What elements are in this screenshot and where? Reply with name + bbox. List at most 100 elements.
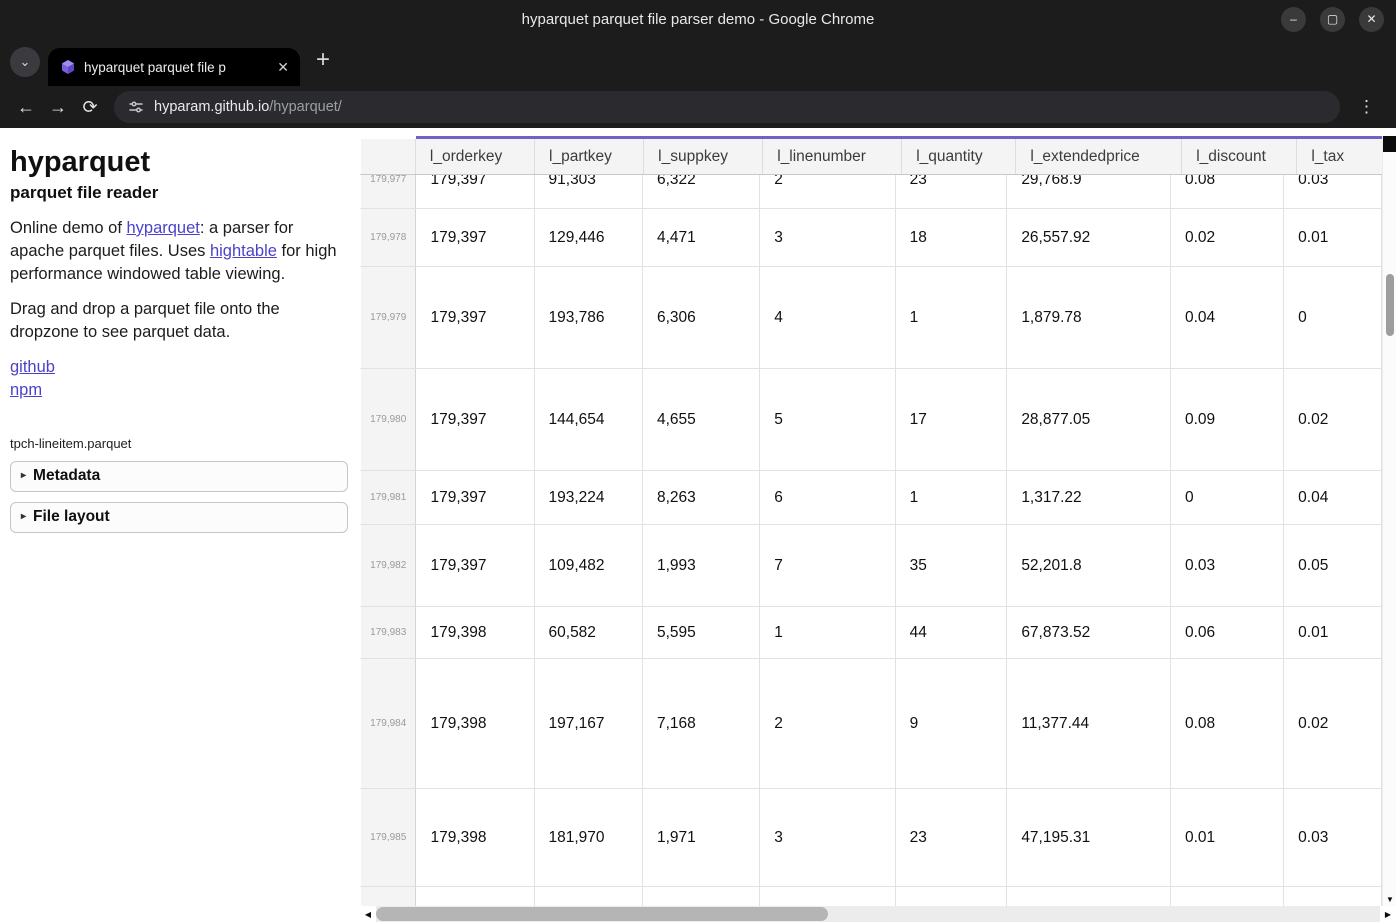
table-cell[interactable]: 181,970 xyxy=(534,789,642,887)
column-header-l_extendedprice[interactable]: l_extendedprice xyxy=(1016,138,1182,175)
vertical-scrollbar-thumb[interactable] xyxy=(1386,274,1394,336)
table-cell[interactable]: 179,398 xyxy=(416,659,534,789)
table-cell[interactable]: 4 xyxy=(760,267,895,369)
vertical-scrollbar[interactable]: ▼ xyxy=(1382,136,1396,906)
table-cell[interactable]: 0 xyxy=(1170,471,1283,525)
table-cell[interactable]: 1,317.22 xyxy=(1007,471,1171,525)
table-cell[interactable]: 0.02 xyxy=(1170,209,1283,267)
table-cell[interactable]: 6 xyxy=(760,471,895,525)
table-cell[interactable]: 26,557.92 xyxy=(1007,209,1171,267)
hightable-link[interactable]: hightable xyxy=(210,242,277,260)
scroll-right-icon[interactable]: ▶ xyxy=(1380,906,1396,922)
hyparquet-link[interactable]: hyparquet xyxy=(126,219,199,237)
table-cell[interactable]: 6,322 xyxy=(642,174,759,209)
table-cell[interactable] xyxy=(760,887,895,907)
table-cell[interactable]: 0.04 xyxy=(1170,267,1283,369)
column-header-l_linenumber[interactable]: l_linenumber xyxy=(763,138,902,175)
table-cell[interactable]: 0.02 xyxy=(1284,659,1382,789)
table-cell[interactable]: 0.01 xyxy=(1284,209,1382,267)
table-cell[interactable]: 28,877.05 xyxy=(1007,369,1171,471)
table-cell[interactable]: 193,786 xyxy=(534,267,642,369)
scroll-down-icon[interactable]: ▼ xyxy=(1383,892,1396,906)
table-cell[interactable]: 179,397 xyxy=(416,209,534,267)
table-cell[interactable]: 193,224 xyxy=(534,471,642,525)
table-cell[interactable]: 0.03 xyxy=(1284,789,1382,887)
table-cell[interactable]: 44 xyxy=(895,607,1007,659)
npm-link[interactable]: npm xyxy=(10,379,348,402)
table-cell[interactable]: 18 xyxy=(895,209,1007,267)
table-cell[interactable]: 0.03 xyxy=(1170,525,1283,607)
table-cell[interactable]: 3 xyxy=(760,789,895,887)
table-cell[interactable]: 0.08 xyxy=(1170,659,1283,789)
browser-tab[interactable]: hyparquet parquet file p ✕ xyxy=(48,48,300,86)
table-cell[interactable]: 2 xyxy=(760,659,895,789)
table-cell[interactable]: 179,397 xyxy=(416,369,534,471)
table-cell[interactable]: 6,306 xyxy=(642,267,759,369)
table-cell[interactable]: 1,993 xyxy=(642,525,759,607)
table-cell[interactable]: 23 xyxy=(895,789,1007,887)
table-cell[interactable]: 8,263 xyxy=(642,471,759,525)
table-cell[interactable]: 144,654 xyxy=(534,369,642,471)
table-cell[interactable]: 179,397 xyxy=(416,174,534,209)
table-cell[interactable] xyxy=(1284,887,1382,907)
table-viewport[interactable]: 179,977179,39791,3036,32222329,768.90.08… xyxy=(360,174,1382,906)
table-cell[interactable]: 1,879.78 xyxy=(1007,267,1171,369)
table-cell[interactable]: 109,482 xyxy=(534,525,642,607)
minimize-button[interactable]: – xyxy=(1281,7,1306,32)
table-cell[interactable]: 52,201.8 xyxy=(1007,525,1171,607)
table-cell[interactable]: 23 xyxy=(895,174,1007,209)
table-cell[interactable]: 2 xyxy=(760,174,895,209)
scroll-up-button[interactable] xyxy=(1383,136,1396,152)
table-cell[interactable]: 0.08 xyxy=(1170,174,1283,209)
tab-search-button[interactable]: ⌄ xyxy=(10,47,40,77)
scroll-left-icon[interactable]: ◀ xyxy=(360,906,376,922)
table-cell[interactable]: 197,167 xyxy=(534,659,642,789)
table-cell[interactable]: 179,397 xyxy=(416,525,534,607)
table-cell[interactable]: 129,446 xyxy=(534,209,642,267)
table-cell[interactable]: 11,377.44 xyxy=(1007,659,1171,789)
table-cell[interactable]: 4,471 xyxy=(642,209,759,267)
table-cell[interactable]: 0.01 xyxy=(1284,607,1382,659)
table-cell[interactable]: 9 xyxy=(895,659,1007,789)
table-cell[interactable]: 0.05 xyxy=(1284,525,1382,607)
table-cell[interactable]: 1 xyxy=(760,607,895,659)
column-header-l_tax[interactable]: l_tax xyxy=(1297,138,1396,175)
horizontal-scrollbar-track[interactable] xyxy=(376,906,1380,922)
table-cell[interactable]: 1,971 xyxy=(642,789,759,887)
table-cell[interactable]: 67,873.52 xyxy=(1007,607,1171,659)
forward-button[interactable]: → xyxy=(42,98,74,116)
horizontal-scrollbar-thumb[interactable] xyxy=(376,907,828,921)
maximize-button[interactable]: ▢ xyxy=(1320,7,1345,32)
new-tab-button[interactable]: + xyxy=(316,48,330,72)
address-bar[interactable]: hyparam.github.io/hyparquet/ xyxy=(114,91,1340,123)
table-cell[interactable]: 7,168 xyxy=(642,659,759,789)
table-cell[interactable]: 91,303 xyxy=(534,174,642,209)
column-header-l_quantity[interactable]: l_quantity xyxy=(902,138,1016,175)
close-button[interactable]: ✕ xyxy=(1359,7,1384,32)
back-button[interactable]: ← xyxy=(10,98,42,116)
table-cell[interactable] xyxy=(1170,887,1283,907)
table-cell[interactable]: 47,195.31 xyxy=(1007,789,1171,887)
column-header-l_orderkey[interactable]: l_orderkey xyxy=(415,138,534,175)
tab-close-icon[interactable]: ✕ xyxy=(274,59,292,76)
table-cell[interactable]: 1 xyxy=(895,471,1007,525)
table-cell[interactable]: 0.01 xyxy=(1170,789,1283,887)
table-cell[interactable]: 5,595 xyxy=(642,607,759,659)
table-cell[interactable]: 3 xyxy=(760,209,895,267)
horizontal-scrollbar[interactable]: ◀ ▶ xyxy=(360,906,1396,922)
table-cell[interactable]: 4,655 xyxy=(642,369,759,471)
table-cell[interactable]: 5 xyxy=(760,369,895,471)
table-cell[interactable]: 0.02 xyxy=(1284,369,1382,471)
table-cell[interactable]: 60,582 xyxy=(534,607,642,659)
column-header-l_discount[interactable]: l_discount xyxy=(1182,138,1297,175)
table-cell[interactable]: 179,397 xyxy=(416,471,534,525)
table-cell[interactable]: 0.03 xyxy=(1284,174,1382,209)
table-cell[interactable]: 179,398 xyxy=(416,789,534,887)
column-header-l_partkey[interactable]: l_partkey xyxy=(535,138,644,175)
table-cell[interactable]: 0.06 xyxy=(1170,607,1283,659)
table-cell[interactable]: 0 xyxy=(1284,267,1382,369)
table-cell[interactable]: 35 xyxy=(895,525,1007,607)
table-cell[interactable]: 0.09 xyxy=(1170,369,1283,471)
table-cell[interactable]: 179,398 xyxy=(416,607,534,659)
github-link[interactable]: github xyxy=(10,356,348,379)
